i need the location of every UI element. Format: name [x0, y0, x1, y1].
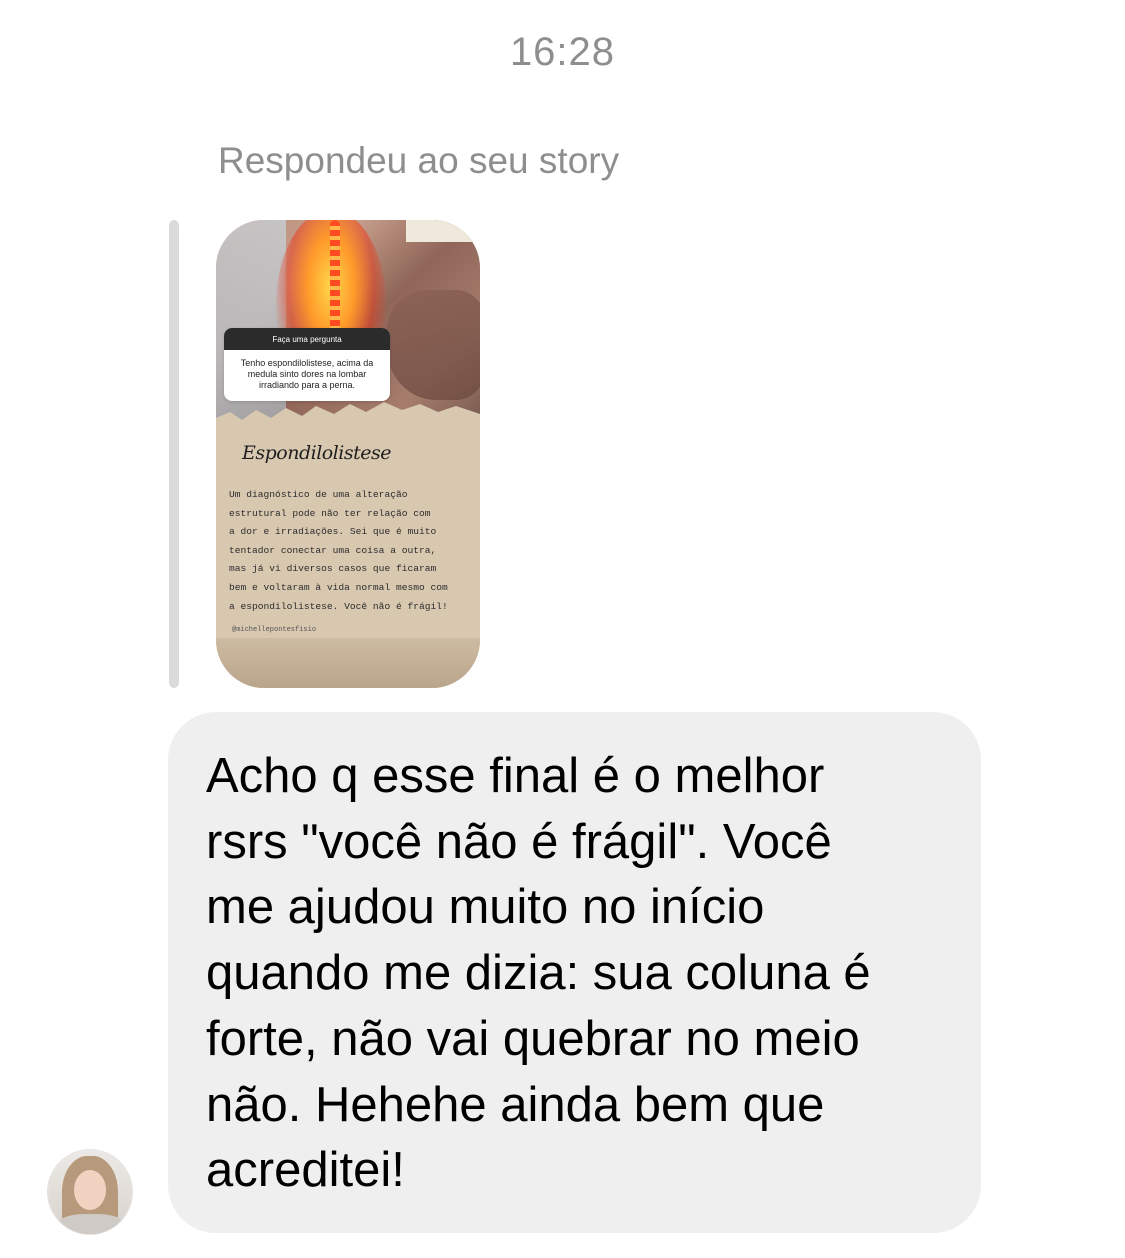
story-paper-footer: [216, 638, 480, 688]
story-body: Um diagnóstico de uma alteração estrutur…: [229, 486, 471, 616]
story-body-line: estrutural pode não ter relação com: [229, 507, 431, 519]
story-body-line: tentador conectar uma coisa a outra,: [229, 544, 437, 556]
avatar-shirt: [56, 1214, 126, 1234]
story-body-line: bem e voltaram à vida normal mesmo com: [229, 581, 448, 593]
story-author-handle: @michellepontesfisio: [232, 626, 317, 634]
question-sticker: Faça uma pergunta Tenho espondilolistese…: [224, 328, 390, 401]
question-sticker-text: Tenho espondilolistese, acima da medula …: [240, 358, 374, 390]
newspaper-scrap: [406, 220, 480, 242]
reply-indicator-bar: [169, 220, 179, 688]
story-title: Espondilolistese: [242, 442, 392, 464]
message-timestamp: 16:28: [509, 30, 616, 74]
message-bubble[interactable]: Acho q esse final é o melhor rsrs "você …: [168, 712, 981, 1233]
sender-avatar[interactable]: [48, 1150, 132, 1234]
story-body-line: a espondilolistese. Você não é frágil!: [229, 600, 448, 612]
story-body-line: mas já vi diversos casos que ficaram: [229, 563, 437, 575]
story-body-line: a dor e irradiações. Sei que é muito: [229, 526, 437, 538]
story-body-line: Um diagnóstico de uma alteração: [229, 489, 408, 500]
question-sticker-header: Faça uma pergunta: [224, 328, 390, 350]
torn-paper-edge: [216, 402, 480, 436]
message-text: Acho q esse final é o melhor rsrs "você …: [206, 749, 871, 1198]
avatar-face: [74, 1170, 106, 1210]
spine-illustration: [330, 220, 340, 340]
story-thumbnail[interactable]: Faça uma pergunta Tenho espondilolistese…: [216, 220, 480, 688]
story-reply-caption: Respondeu ao seu story: [218, 140, 620, 181]
hand-on-back: [386, 290, 480, 400]
